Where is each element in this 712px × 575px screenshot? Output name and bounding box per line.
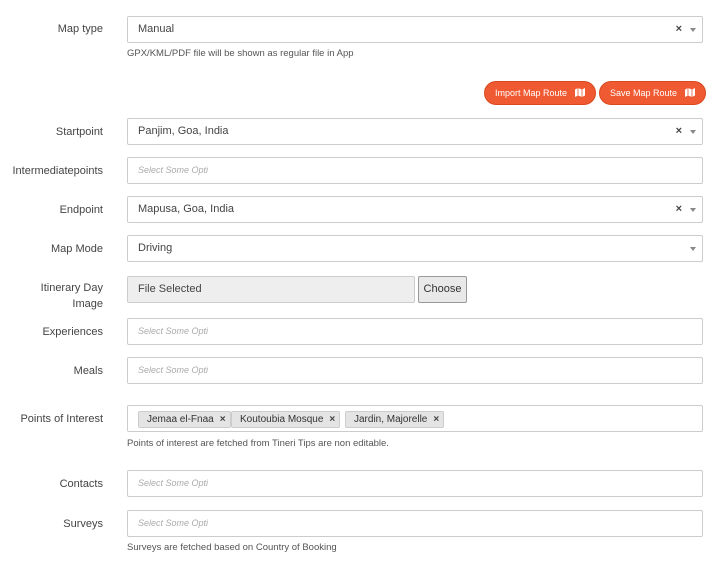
- surveys-select[interactable]: Select Some Opti: [127, 510, 703, 537]
- experiences-label: Experiences: [42, 326, 103, 338]
- chevron-down-icon[interactable]: [690, 130, 696, 134]
- intermediatepoints-select[interactable]: Select Some Opti: [127, 157, 703, 184]
- save-map-route-button[interactable]: Save Map Route: [599, 81, 706, 105]
- startpoint-value: Panjim, Goa, India: [138, 125, 229, 137]
- surveys-placeholder: Select Some Opti: [138, 518, 209, 528]
- intermediatepoints-label: Intermediatepoints: [12, 165, 104, 177]
- chevron-down-icon[interactable]: [690, 208, 696, 212]
- chevron-down-icon[interactable]: [690, 247, 696, 251]
- import-map-route-label: Import Map Route: [495, 88, 568, 98]
- intermediatepoints-placeholder: Select Some Opti: [138, 165, 209, 175]
- poi-tag-label: Jemaa el-Fnaa: [147, 414, 214, 425]
- endpoint-clear-icon[interactable]: ×: [676, 197, 682, 222]
- experiences-select[interactable]: Select Some Opti: [127, 318, 703, 345]
- meals-placeholder: Select Some Opti: [138, 365, 209, 375]
- itinerary-file-text: File Selected: [138, 283, 202, 295]
- map-type-label: Map type: [57, 23, 103, 35]
- endpoint-label: Endpoint: [59, 204, 103, 216]
- poi-tag-label: Jardin, Majorelle: [354, 414, 428, 425]
- map-mode-value: Driving: [138, 242, 173, 254]
- close-icon[interactable]: ×: [329, 414, 335, 425]
- map-type-help-text: GPX/KML/PDF file will be shown as regula…: [127, 48, 354, 59]
- meals-select[interactable]: Select Some Opti: [127, 357, 703, 384]
- save-map-route-label: Save Map Route: [610, 88, 678, 98]
- itinerary-label-line2: Image: [72, 298, 103, 310]
- contacts-label: Contacts: [59, 478, 103, 490]
- points-of-interest-help-text: Points of interest are fetched from Tine…: [127, 438, 389, 449]
- startpoint-label: Startpoint: [55, 126, 103, 138]
- contacts-select[interactable]: Select Some Opti: [127, 470, 703, 497]
- startpoint-clear-icon[interactable]: ×: [676, 119, 682, 144]
- chevron-down-icon[interactable]: [690, 28, 696, 32]
- endpoint-select[interactable]: Mapusa, Goa, India ×: [127, 196, 703, 223]
- points-of-interest-label: Points of Interest: [20, 413, 103, 425]
- poi-tag: Jemaa el-Fnaa ×: [138, 411, 231, 428]
- contacts-placeholder: Select Some Opti: [138, 478, 209, 488]
- surveys-label: Surveys: [63, 518, 103, 530]
- surveys-help-text: Surveys are fetched based on Country of …: [127, 542, 337, 553]
- map-type-clear-icon[interactable]: ×: [676, 17, 682, 42]
- meals-label: Meals: [73, 365, 103, 377]
- map-mode-label: Map Mode: [51, 243, 103, 255]
- choose-file-button[interactable]: Choose: [418, 276, 467, 303]
- endpoint-value: Mapusa, Goa, India: [138, 203, 235, 215]
- poi-tag: Koutoubia Mosque ×: [231, 411, 341, 428]
- experiences-placeholder: Select Some Opti: [138, 326, 209, 336]
- map-icon: [684, 83, 695, 105]
- poi-tag-label: Koutoubia Mosque: [240, 414, 324, 425]
- map-type-value: Manual: [138, 23, 175, 35]
- startpoint-select[interactable]: Panjim, Goa, India ×: [127, 118, 703, 145]
- poi-tag: Jardin, Majorelle ×: [345, 411, 445, 428]
- points-of-interest-select: Jemaa el-Fnaa × Koutoubia Mosque × Jardin,…: [127, 405, 703, 432]
- itinerary-label-line1: Itinerary Day: [40, 282, 103, 294]
- map-type-select[interactable]: Manual ×: [127, 16, 703, 43]
- map-mode-select[interactable]: Driving: [127, 235, 703, 262]
- map-icon: [574, 83, 585, 105]
- close-icon[interactable]: ×: [220, 414, 226, 425]
- import-map-route-button[interactable]: Import Map Route: [484, 81, 596, 105]
- close-icon[interactable]: ×: [433, 414, 439, 425]
- itinerary-file-field: File Selected: [127, 276, 415, 303]
- itinerary-day-image-label: Itinerary Day Image: [0, 280, 103, 312]
